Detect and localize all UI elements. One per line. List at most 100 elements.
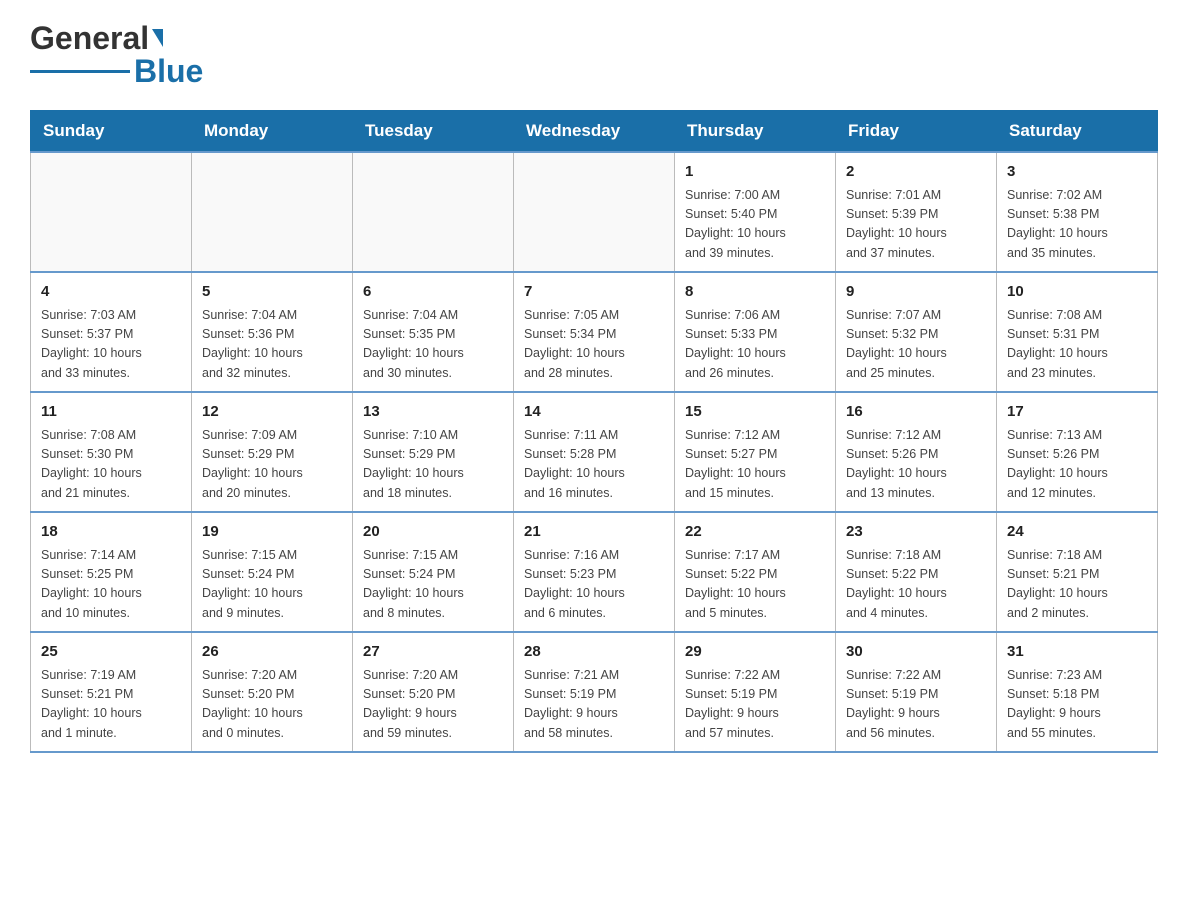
day-info: Sunrise: 7:17 AMSunset: 5:22 PMDaylight:… [685,546,825,624]
day-number: 8 [685,281,825,304]
calendar-cell: 14Sunrise: 7:11 AMSunset: 5:28 PMDayligh… [514,392,675,512]
calendar-cell [192,152,353,272]
calendar-cell: 22Sunrise: 7:17 AMSunset: 5:22 PMDayligh… [675,512,836,632]
day-number: 30 [846,641,986,664]
calendar-cell: 5Sunrise: 7:04 AMSunset: 5:36 PMDaylight… [192,272,353,392]
calendar-cell: 3Sunrise: 7:02 AMSunset: 5:38 PMDaylight… [997,152,1158,272]
day-number: 12 [202,401,342,424]
calendar-cell: 25Sunrise: 7:19 AMSunset: 5:21 PMDayligh… [31,632,192,752]
calendar-cell: 30Sunrise: 7:22 AMSunset: 5:19 PMDayligh… [836,632,997,752]
calendar-cell: 17Sunrise: 7:13 AMSunset: 5:26 PMDayligh… [997,392,1158,512]
day-info: Sunrise: 7:03 AMSunset: 5:37 PMDaylight:… [41,306,181,384]
calendar-week-5: 25Sunrise: 7:19 AMSunset: 5:21 PMDayligh… [31,632,1158,752]
calendar-cell: 8Sunrise: 7:06 AMSunset: 5:33 PMDaylight… [675,272,836,392]
weekday-header-wednesday: Wednesday [514,111,675,153]
calendar-cell: 16Sunrise: 7:12 AMSunset: 5:26 PMDayligh… [836,392,997,512]
day-info: Sunrise: 7:06 AMSunset: 5:33 PMDaylight:… [685,306,825,384]
day-info: Sunrise: 7:20 AMSunset: 5:20 PMDaylight:… [363,666,503,744]
weekday-header-sunday: Sunday [31,111,192,153]
day-number: 6 [363,281,503,304]
calendar-cell: 2Sunrise: 7:01 AMSunset: 5:39 PMDaylight… [836,152,997,272]
day-info: Sunrise: 7:15 AMSunset: 5:24 PMDaylight:… [202,546,342,624]
calendar-cell: 28Sunrise: 7:21 AMSunset: 5:19 PMDayligh… [514,632,675,752]
calendar-week-1: 1Sunrise: 7:00 AMSunset: 5:40 PMDaylight… [31,152,1158,272]
day-number: 23 [846,521,986,544]
day-number: 31 [1007,641,1147,664]
day-info: Sunrise: 7:22 AMSunset: 5:19 PMDaylight:… [685,666,825,744]
day-info: Sunrise: 7:11 AMSunset: 5:28 PMDaylight:… [524,426,664,504]
calendar-week-2: 4Sunrise: 7:03 AMSunset: 5:37 PMDaylight… [31,272,1158,392]
day-number: 3 [1007,161,1147,184]
page-header: General Blue [30,20,1158,90]
logo-underline [30,70,130,73]
calendar-cell: 13Sunrise: 7:10 AMSunset: 5:29 PMDayligh… [353,392,514,512]
calendar-cell: 27Sunrise: 7:20 AMSunset: 5:20 PMDayligh… [353,632,514,752]
day-number: 20 [363,521,503,544]
day-info: Sunrise: 7:05 AMSunset: 5:34 PMDaylight:… [524,306,664,384]
day-number: 18 [41,521,181,544]
weekday-header-saturday: Saturday [997,111,1158,153]
day-info: Sunrise: 7:21 AMSunset: 5:19 PMDaylight:… [524,666,664,744]
day-number: 26 [202,641,342,664]
day-info: Sunrise: 7:14 AMSunset: 5:25 PMDaylight:… [41,546,181,624]
day-number: 5 [202,281,342,304]
day-info: Sunrise: 7:04 AMSunset: 5:36 PMDaylight:… [202,306,342,384]
day-number: 16 [846,401,986,424]
day-number: 27 [363,641,503,664]
calendar-cell: 26Sunrise: 7:20 AMSunset: 5:20 PMDayligh… [192,632,353,752]
day-info: Sunrise: 7:07 AMSunset: 5:32 PMDaylight:… [846,306,986,384]
day-number: 22 [685,521,825,544]
weekday-header-tuesday: Tuesday [353,111,514,153]
day-info: Sunrise: 7:09 AMSunset: 5:29 PMDaylight:… [202,426,342,504]
day-info: Sunrise: 7:19 AMSunset: 5:21 PMDaylight:… [41,666,181,744]
day-info: Sunrise: 7:22 AMSunset: 5:19 PMDaylight:… [846,666,986,744]
day-info: Sunrise: 7:12 AMSunset: 5:27 PMDaylight:… [685,426,825,504]
calendar-cell: 19Sunrise: 7:15 AMSunset: 5:24 PMDayligh… [192,512,353,632]
weekday-header-thursday: Thursday [675,111,836,153]
calendar-cell: 23Sunrise: 7:18 AMSunset: 5:22 PMDayligh… [836,512,997,632]
day-info: Sunrise: 7:08 AMSunset: 5:31 PMDaylight:… [1007,306,1147,384]
calendar-cell: 6Sunrise: 7:04 AMSunset: 5:35 PMDaylight… [353,272,514,392]
calendar-cell: 31Sunrise: 7:23 AMSunset: 5:18 PMDayligh… [997,632,1158,752]
calendar-cell: 1Sunrise: 7:00 AMSunset: 5:40 PMDaylight… [675,152,836,272]
day-info: Sunrise: 7:13 AMSunset: 5:26 PMDaylight:… [1007,426,1147,504]
day-number: 21 [524,521,664,544]
calendar-cell: 4Sunrise: 7:03 AMSunset: 5:37 PMDaylight… [31,272,192,392]
calendar-header-row: SundayMondayTuesdayWednesdayThursdayFrid… [31,111,1158,153]
logo-general: General [30,20,149,57]
day-number: 9 [846,281,986,304]
day-number: 2 [846,161,986,184]
day-info: Sunrise: 7:02 AMSunset: 5:38 PMDaylight:… [1007,186,1147,264]
calendar-week-3: 11Sunrise: 7:08 AMSunset: 5:30 PMDayligh… [31,392,1158,512]
calendar-cell: 10Sunrise: 7:08 AMSunset: 5:31 PMDayligh… [997,272,1158,392]
day-number: 10 [1007,281,1147,304]
day-info: Sunrise: 7:20 AMSunset: 5:20 PMDaylight:… [202,666,342,744]
calendar-cell: 20Sunrise: 7:15 AMSunset: 5:24 PMDayligh… [353,512,514,632]
calendar-cell: 12Sunrise: 7:09 AMSunset: 5:29 PMDayligh… [192,392,353,512]
calendar-cell [31,152,192,272]
calendar-cell: 11Sunrise: 7:08 AMSunset: 5:30 PMDayligh… [31,392,192,512]
day-info: Sunrise: 7:08 AMSunset: 5:30 PMDaylight:… [41,426,181,504]
calendar-cell [514,152,675,272]
day-number: 25 [41,641,181,664]
day-number: 4 [41,281,181,304]
day-info: Sunrise: 7:12 AMSunset: 5:26 PMDaylight:… [846,426,986,504]
day-number: 7 [524,281,664,304]
day-number: 19 [202,521,342,544]
calendar-week-4: 18Sunrise: 7:14 AMSunset: 5:25 PMDayligh… [31,512,1158,632]
day-number: 14 [524,401,664,424]
day-info: Sunrise: 7:18 AMSunset: 5:21 PMDaylight:… [1007,546,1147,624]
day-info: Sunrise: 7:00 AMSunset: 5:40 PMDaylight:… [685,186,825,264]
day-number: 29 [685,641,825,664]
day-info: Sunrise: 7:18 AMSunset: 5:22 PMDaylight:… [846,546,986,624]
logo-blue: Blue [134,53,203,90]
logo-triangle-icon [152,29,163,47]
day-number: 28 [524,641,664,664]
day-number: 24 [1007,521,1147,544]
day-info: Sunrise: 7:23 AMSunset: 5:18 PMDaylight:… [1007,666,1147,744]
day-info: Sunrise: 7:04 AMSunset: 5:35 PMDaylight:… [363,306,503,384]
calendar-cell [353,152,514,272]
calendar-cell: 21Sunrise: 7:16 AMSunset: 5:23 PMDayligh… [514,512,675,632]
day-number: 17 [1007,401,1147,424]
day-number: 13 [363,401,503,424]
